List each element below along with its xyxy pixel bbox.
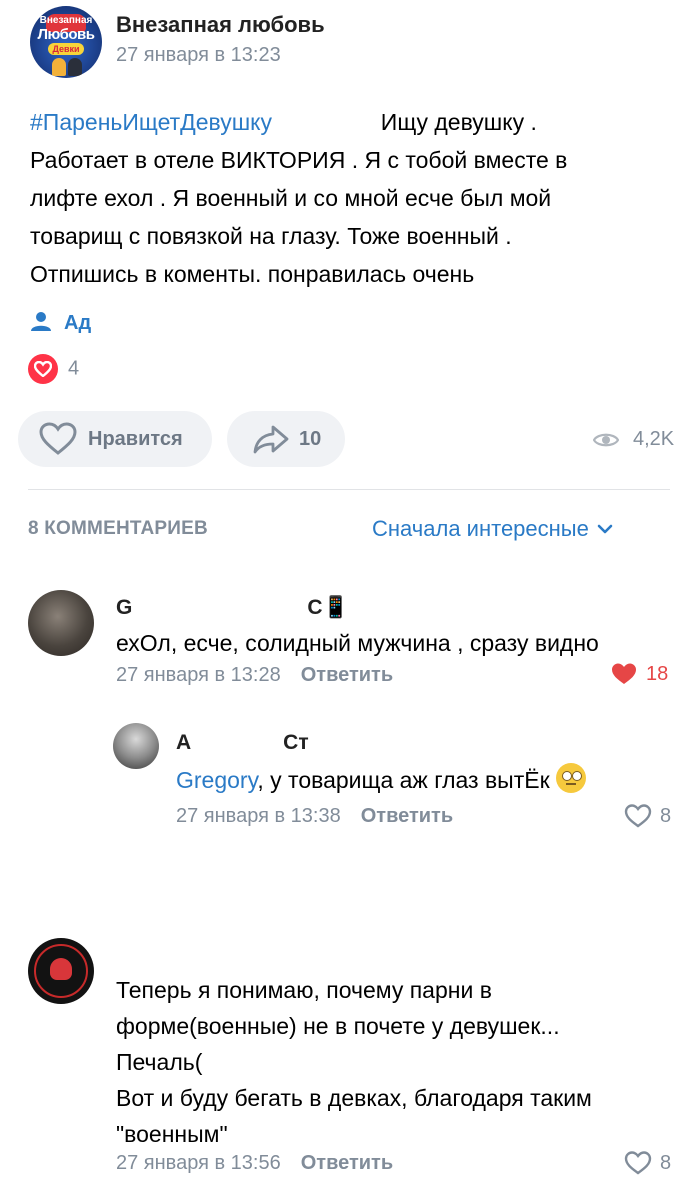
reactions-summary[interactable]: 4 bbox=[28, 354, 79, 384]
comment-like-count: 18 bbox=[646, 662, 669, 685]
author-name[interactable]: Ад bbox=[64, 312, 91, 334]
comment-like-count: 8 bbox=[660, 1151, 672, 1174]
comment-like-button[interactable]: 8 bbox=[624, 1151, 671, 1175]
commenter-avatar[interactable] bbox=[28, 938, 94, 1004]
comment-meta: 27 января в 13:28 Ответить bbox=[116, 664, 393, 687]
group-name[interactable]: Внезапная любовь bbox=[116, 12, 325, 38]
heart-reaction-icon bbox=[28, 354, 58, 384]
comment-like-count: 8 bbox=[660, 804, 672, 827]
post-text-line-1-rest: Ищу девушку . bbox=[380, 109, 537, 135]
divider bbox=[28, 489, 670, 490]
commenter-name-end: Ст bbox=[283, 731, 309, 754]
commenter-name-start: G bbox=[116, 596, 133, 619]
comment-text-line: Печаль( bbox=[116, 1049, 203, 1075]
hashtag-link[interactable]: #ПареньИщетДевушку bbox=[30, 109, 272, 135]
avatar-text-1: Внезапная bbox=[39, 15, 93, 26]
post-text-line: лифте ехол . Я военный и со мной есче бы… bbox=[30, 185, 552, 211]
post-date[interactable]: 27 января в 13:23 bbox=[116, 44, 281, 67]
comments-count: 8 КОММЕНТАРИЕВ bbox=[28, 518, 208, 539]
comment-date[interactable]: 27 января в 13:56 bbox=[116, 1152, 281, 1174]
avatar-text-3: Девки bbox=[48, 43, 84, 55]
comment-text-line: форме(военные) не в почете у девушек... bbox=[116, 1013, 560, 1039]
heart-outline-icon bbox=[39, 422, 77, 455]
heart-filled-icon bbox=[612, 663, 636, 684]
comment-text-line: Теперь я понимаю, почему парни в bbox=[116, 977, 492, 1003]
chevron-down-icon bbox=[597, 524, 613, 534]
avatar-figure-left bbox=[52, 58, 66, 76]
like-button[interactable]: Нравится bbox=[18, 411, 212, 467]
post-author[interactable]: Ад bbox=[30, 310, 91, 335]
commenter-name-start: А bbox=[176, 731, 192, 754]
share-arrow-icon bbox=[253, 425, 289, 454]
rolling-eyes-emoji-icon bbox=[555, 763, 586, 793]
comment-text: ехОл, есче, солидный мужчина , сразу вид… bbox=[116, 630, 599, 656]
post-text-line: Работает в отеле ВИКТОРИЯ . Я с тобой вм… bbox=[30, 147, 568, 173]
reply-button[interactable]: Ответить bbox=[361, 805, 453, 827]
comment-text: Теперь я понимаю, почему парни в форме(в… bbox=[116, 972, 686, 1152]
skull-icon bbox=[50, 958, 72, 980]
comment-text-line: Вот и буду бегать в девках, благодаря та… bbox=[116, 1085, 592, 1111]
share-button[interactable]: 10 bbox=[227, 411, 345, 467]
commenter-name-end: С📱 bbox=[307, 596, 349, 619]
post-text-line: товарищ с повязкой на глазу. Тоже военны… bbox=[30, 223, 512, 249]
comment-date[interactable]: 27 января в 13:38 bbox=[176, 805, 341, 827]
heart-outline-icon bbox=[624, 804, 652, 828]
shares-count: 10 bbox=[299, 427, 322, 450]
sort-dropdown[interactable]: Сначала интересные bbox=[372, 516, 613, 542]
views-counter: 4,2K bbox=[592, 428, 675, 451]
reactions-count: 4 bbox=[68, 357, 80, 380]
views-count: 4,2K bbox=[633, 428, 675, 450]
like-label: Нравится bbox=[88, 427, 183, 450]
comment-like-button[interactable]: 18 bbox=[610, 662, 668, 686]
comment-meta: 27 января в 13:56 Ответить bbox=[116, 1152, 393, 1175]
commenter-avatar[interactable] bbox=[113, 723, 159, 769]
commenter-name[interactable]: А Ст bbox=[176, 731, 309, 755]
group-avatar[interactable]: Внезапная Любовь Девки bbox=[30, 6, 102, 78]
comment-text-line: "военным" bbox=[116, 1121, 228, 1147]
post-text-line-1: #ПареньИщетДевушку Ищу девушку . bbox=[30, 103, 650, 141]
person-icon bbox=[31, 312, 51, 331]
eye-icon bbox=[592, 433, 620, 447]
comment-date[interactable]: 27 января в 13:28 bbox=[116, 664, 281, 686]
reply-button[interactable]: Ответить bbox=[301, 664, 393, 686]
avatar-text-2: Любовь bbox=[37, 26, 95, 43]
mention-link[interactable]: Gregory bbox=[176, 767, 257, 793]
commenter-name[interactable]: G С📱 bbox=[116, 596, 349, 620]
commenter-avatar[interactable] bbox=[28, 590, 94, 656]
comment-text: Gregory, у товарища аж глаз вытЁк bbox=[176, 762, 676, 798]
post-text-line: Отпишись в коменты. понравилась очень bbox=[30, 261, 475, 287]
reply-button[interactable]: Ответить bbox=[301, 1152, 393, 1174]
post-text: #ПареньИщетДевушку Ищу девушку . Работае… bbox=[30, 103, 650, 293]
comment-meta: 27 января в 13:38 Ответить bbox=[176, 805, 453, 828]
heart-outline-icon bbox=[624, 1151, 652, 1175]
sort-label: Сначала интересные bbox=[372, 516, 589, 541]
comment-like-button[interactable]: 8 bbox=[624, 804, 671, 828]
comment-text-body: , у товарища аж глаз вытЁк bbox=[257, 767, 550, 793]
avatar-figure-right bbox=[68, 58, 82, 76]
